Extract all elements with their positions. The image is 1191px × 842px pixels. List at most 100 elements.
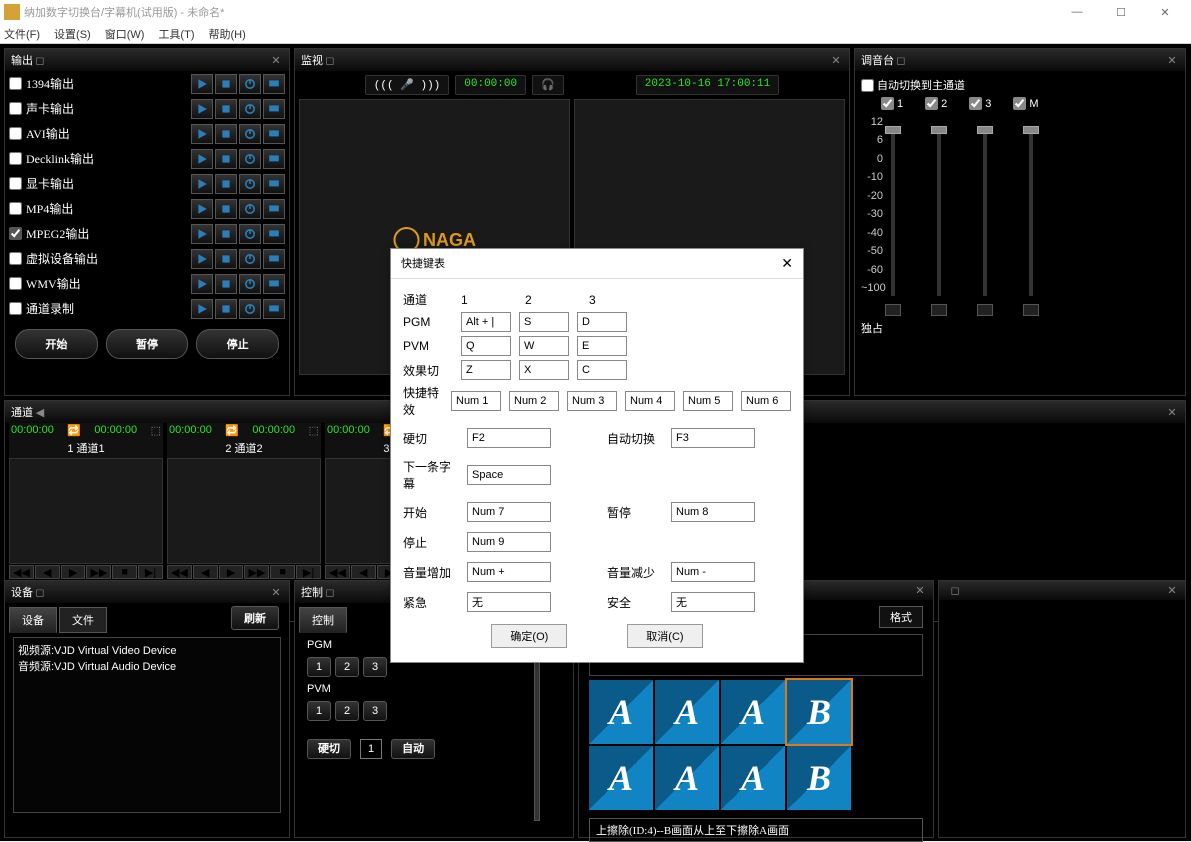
quick-3[interactable]: [567, 391, 617, 411]
dlg-v-0[interactable]: [467, 428, 551, 448]
stop-icon[interactable]: [215, 274, 237, 294]
chan-end[interactable]: ▶|: [138, 565, 163, 579]
power-icon[interactable]: [239, 224, 261, 244]
monitor-icon[interactable]: [263, 124, 285, 144]
fader-3[interactable]: [983, 126, 987, 296]
panel-max-icon[interactable]: ◻: [33, 586, 47, 599]
maximize-button[interactable]: ☐: [1099, 0, 1143, 24]
quick-1[interactable]: [451, 391, 501, 411]
play-icon[interactable]: [191, 124, 213, 144]
chan-fwd[interactable]: ▶▶: [86, 565, 111, 579]
panel-close-icon[interactable]: ✕: [1165, 584, 1179, 597]
panel-close-icon[interactable]: ✕: [1165, 54, 1179, 67]
menu-window[interactable]: 窗口(W): [105, 26, 145, 42]
output-check-4[interactable]: [9, 177, 22, 190]
tab-file[interactable]: 文件: [59, 607, 107, 633]
panel-max-icon[interactable]: ◻: [323, 586, 337, 599]
dlg-v-4[interactable]: [467, 562, 551, 582]
stop-icon[interactable]: [215, 224, 237, 244]
chan-prev[interactable]: ◀◀: [9, 565, 34, 579]
stop-icon[interactable]: [215, 249, 237, 269]
stop-icon[interactable]: [215, 99, 237, 119]
trans-num[interactable]: 1: [360, 739, 382, 759]
play-icon[interactable]: [191, 274, 213, 294]
dlg-v2-2[interactable]: [671, 502, 755, 522]
tab-control[interactable]: 控制: [299, 607, 347, 633]
quick-5[interactable]: [683, 391, 733, 411]
menu-file[interactable]: 文件(F): [4, 26, 40, 42]
monitor-icon[interactable]: [263, 174, 285, 194]
dialog-close-icon[interactable]: ✕: [781, 255, 793, 272]
dlg-v-5[interactable]: [467, 592, 551, 612]
monitor-icon[interactable]: [263, 199, 285, 219]
transition-cell-1[interactable]: A: [655, 680, 719, 744]
hardcut-button[interactable]: 硬切: [307, 739, 351, 759]
pgm-1-key[interactable]: [461, 312, 511, 332]
transition-cell-2[interactable]: A: [721, 680, 785, 744]
panel-close-icon[interactable]: ✕: [829, 54, 843, 67]
monitor-icon[interactable]: [263, 274, 285, 294]
play-icon[interactable]: [191, 74, 213, 94]
stop-icon[interactable]: [215, 174, 237, 194]
pgm-1[interactable]: 1: [307, 657, 331, 677]
output-check-2[interactable]: [9, 127, 22, 140]
pvm-2[interactable]: 2: [335, 701, 359, 721]
power-icon[interactable]: [239, 174, 261, 194]
tab-device[interactable]: 设备: [9, 607, 57, 633]
pgm-2-key[interactable]: [519, 312, 569, 332]
menu-tools[interactable]: 工具(T): [158, 26, 194, 42]
chan-play[interactable]: ▶: [61, 565, 86, 579]
panel-max-icon[interactable]: ◻: [323, 54, 337, 67]
menu-help[interactable]: 帮助(H): [208, 26, 245, 42]
chan-back[interactable]: ◀: [193, 565, 218, 579]
chan-prev[interactable]: ◀◀: [325, 565, 350, 579]
dlg-v-2[interactable]: [467, 502, 551, 522]
transition-cell-6[interactable]: A: [721, 746, 785, 810]
chan-stop[interactable]: ■: [112, 565, 137, 579]
stop-icon[interactable]: [215, 74, 237, 94]
output-check-1[interactable]: [9, 102, 22, 115]
stop-button[interactable]: 停止: [196, 329, 279, 359]
monitor-icon[interactable]: [263, 74, 285, 94]
play-icon[interactable]: [191, 174, 213, 194]
output-check-8[interactable]: [9, 277, 22, 290]
fx-2-key[interactable]: [519, 360, 569, 380]
quick-4[interactable]: [625, 391, 675, 411]
device-list[interactable]: 视频源:VJD Virtual Video Device 音频源:VJD Vir…: [13, 637, 281, 813]
chan-back[interactable]: ◀: [35, 565, 60, 579]
monitor-icon[interactable]: [263, 249, 285, 269]
output-check-9[interactable]: [9, 302, 22, 315]
quick-6[interactable]: [741, 391, 791, 411]
panel-close-icon[interactable]: ✕: [1165, 406, 1179, 419]
minimize-button[interactable]: —: [1055, 0, 1099, 24]
chan-back[interactable]: ◀: [351, 565, 376, 579]
auto-main-checkbox[interactable]: 自动切换到主通道: [861, 77, 1179, 93]
chan-play[interactable]: ▶: [219, 565, 244, 579]
cancel-button[interactable]: 取消(C): [627, 624, 702, 648]
mute-M[interactable]: [1023, 304, 1039, 316]
play-icon[interactable]: [191, 249, 213, 269]
panel-max-icon[interactable]: ◻: [33, 54, 47, 67]
output-check-5[interactable]: [9, 202, 22, 215]
transition-cell-7[interactable]: B: [787, 746, 851, 810]
dlg-v-1[interactable]: [467, 465, 551, 485]
refresh-button[interactable]: 刷新: [231, 606, 279, 630]
panel-prev-icon[interactable]: ◀: [33, 406, 47, 419]
power-icon[interactable]: [239, 299, 261, 319]
dlg-v2-0[interactable]: [671, 428, 755, 448]
mute-2[interactable]: [931, 304, 947, 316]
monitor-icon[interactable]: [263, 299, 285, 319]
transition-cell-0[interactable]: A: [589, 680, 653, 744]
fx-3-key[interactable]: [577, 360, 627, 380]
pvm-1[interactable]: 1: [307, 701, 331, 721]
output-check-0[interactable]: [9, 77, 22, 90]
fader-M[interactable]: [1029, 126, 1033, 296]
mix-enable-2[interactable]: 2: [925, 97, 947, 110]
power-icon[interactable]: [239, 149, 261, 169]
pvm-3-key[interactable]: [577, 336, 627, 356]
mix-enable-1[interactable]: 1: [881, 97, 903, 110]
start-button[interactable]: 开始: [15, 329, 98, 359]
chan-preview-0[interactable]: [9, 458, 163, 564]
monitor-icon[interactable]: [263, 224, 285, 244]
close-button[interactable]: ✕: [1143, 0, 1187, 24]
